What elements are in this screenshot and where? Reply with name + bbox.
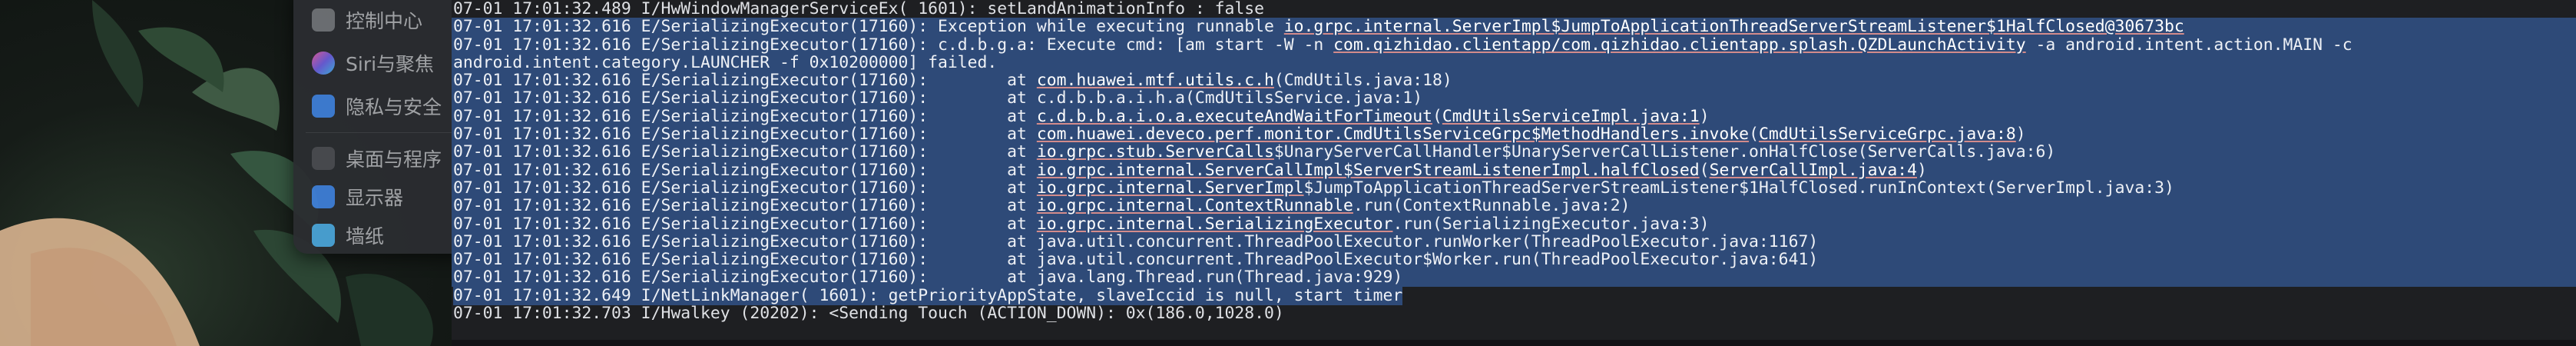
log-link[interactable]: io.grpc.internal.ServerCallImpl$ServerSt… [1037,161,1700,180]
log-line[interactable]: 07-01 17:01:32.616 E/SerializingExecutor… [452,250,2576,270]
settings-item-wallpaper[interactable]: 墙纸 [312,220,384,251]
log-text: 07-01 17:01:32.616 E/SerializingExecutor… [453,106,1037,126]
log-text: 07-01 17:01:32.703 I/Hwalkey (20202): <S… [453,304,1284,324]
settings-window: 控制中心 Siri与聚焦 隐私与安全 桌面与程序 显示器 墙纸 [293,0,453,254]
log-link[interactable]: io.grpc.stub.ServerCalls [1037,142,1274,161]
settings-item-label: 桌面与程序 [346,148,442,171]
log-line[interactable]: 07-01 17:01:32.616 E/SerializingExecutor… [452,17,2576,37]
log-line[interactable]: 07-01 17:01:32.616 E/SerializingExecutor… [452,143,2576,161]
log-text: $JumpToApplicationThreadServerStreamList… [1303,178,2174,198]
settings-item-privacy[interactable]: 隐私与安全 [312,91,442,121]
log-text: 07-01 17:01:32.489 I/HwWindowManagerServ… [453,0,1265,18]
log-text: 07-01 17:01:32.616 E/SerializingExecutor… [453,160,1037,180]
log-link[interactable]: com.huawei.mtf.utils.c.h [1037,71,1274,90]
log-text: 07-01 17:01:32.616 E/SerializingExecutor… [453,268,1403,288]
log-line[interactable]: 07-01 17:01:32.616 E/SerializingExecutor… [452,125,2576,145]
log-text: 07-01 17:01:32.616 E/SerializingExecutor… [453,142,1037,162]
settings-item-display[interactable]: 显示器 [312,181,403,212]
log-text: 07-01 17:01:32.649 I/NetLinkManager( 160… [453,285,1403,305]
log-text: 07-01 17:01:32.616 E/SerializingExecutor… [453,250,1819,270]
log-line[interactable]: 07-01 17:01:32.616 E/SerializingExecutor… [452,215,2576,233]
log-link[interactable]: io.grpc.internal.SerializingExecutor [1037,215,1393,234]
settings-item-label: 隐私与安全 [346,96,442,118]
log-link[interactable]: io.grpc.internal.ContextRunnable [1037,196,1353,215]
log-text: ( [1699,160,1710,180]
log-link[interactable]: ServerCallImpl.java:4 [1710,161,1917,180]
log-text: android.intent.category.LAUNCHER -f 0x10… [453,52,998,72]
log-text: ( [1749,125,1759,145]
log-link[interactable]: io.grpc.internal.ServerImpl$JumpToApplic… [1284,17,2184,36]
log-line[interactable]: android.intent.category.LAUNCHER -f 0x10… [452,54,2576,72]
log-line[interactable]: 07-01 17:01:32.616 E/SerializingExecutor… [452,268,2576,288]
log-text: 07-01 17:01:32.616 E/SerializingExecutor… [453,125,1037,145]
log-text: ) [1699,106,1710,126]
log-text: 07-01 17:01:32.616 E/SerializingExecutor… [453,214,1037,234]
log-link[interactable]: io.grpc.internal.ServerImpl [1037,178,1304,198]
control-center-icon [312,8,335,32]
wallpaper-icon [312,224,335,247]
log-link[interactable]: CmdUtilsServiceGrpc.java:8 [1759,125,2016,144]
log-text: .run(ContextRunnable.java:2) [1353,196,1631,216]
settings-item-label: 墙纸 [346,225,385,248]
log-line[interactable]: 07-01 17:01:32.703 I/Hwalkey (20202): <S… [452,304,2576,322]
settings-divider [306,132,452,133]
log-text: .run(SerializingExecutor.java:3) [1392,214,1710,234]
log-text: ) [2015,125,2026,145]
log-text: 07-01 17:01:32.616 E/SerializingExecutor… [453,196,1037,216]
log-text: ( [1432,106,1442,126]
log-text: 07-01 17:01:32.616 E/SerializingExecutor… [453,88,1423,108]
log-link[interactable]: c.d.b.b.a.i.o.a.executeAndWaitForTimeout [1037,107,1432,126]
log-line[interactable]: 07-01 17:01:32.616 E/SerializingExecutor… [452,233,2576,251]
siri-icon [312,52,335,75]
log-text: ) [1917,160,1927,180]
settings-item-desktop-dock[interactable]: 桌面与程序 [312,143,442,174]
log-line[interactable]: 07-01 17:01:32.616 E/SerializingExecutor… [452,178,2576,198]
settings-item-label: 显示器 [346,187,404,209]
log-line[interactable]: 07-01 17:01:32.616 E/SerializingExecutor… [452,197,2576,215]
privacy-hand-icon [312,95,335,118]
log-link[interactable]: CmdUtilsServiceImpl.java:1 [1442,107,1700,126]
settings-item-label: 控制中心 [346,10,423,32]
log-text: -a android.intent.action.MAIN -c [2025,35,2353,55]
desktop-background: 控制中心 Siri与聚焦 隐私与安全 桌面与程序 显示器 墙纸 [0,0,453,346]
settings-item-control-center[interactable]: 控制中心 [312,5,422,35]
log-link[interactable]: com.huawei.deveco.perf.monitor.CmdUtilsS… [1037,125,1749,144]
log-line[interactable]: 07-01 17:01:32.649 I/NetLinkManager( 160… [452,285,2576,305]
log-line[interactable]: 07-01 17:01:32.616 E/SerializingExecutor… [452,161,2576,179]
log-line[interactable]: 07-01 17:01:32.489 I/HwWindowManagerServ… [452,0,2576,18]
log-output[interactable]: 07-01 17:01:32.489 I/HwWindowManagerServ… [452,0,2576,322]
log-text: $UnaryServerCallHandler$UnaryServerCallL… [1273,142,2056,162]
log-line[interactable]: 07-01 17:01:32.616 E/SerializingExecutor… [452,88,2576,108]
log-line[interactable]: 07-01 17:01:32.616 E/SerializingExecutor… [452,35,2576,55]
log-text: 07-01 17:01:32.616 E/SerializingExecutor… [453,178,1037,198]
log-text: 07-01 17:01:32.616 E/SerializingExecutor… [453,71,1037,91]
terminal-log-view[interactable]: 07-01 17:01:32.489 I/HwWindowManagerServ… [452,0,2576,346]
terminal-bottom-edge [452,340,2576,346]
log-line[interactable]: 07-01 17:01:32.616 E/SerializingExecutor… [452,106,2576,126]
log-text: 07-01 17:01:32.616 E/SerializingExecutor… [453,231,1819,251]
log-text: (CmdUtils.java:18) [1273,71,1452,91]
log-line[interactable]: 07-01 17:01:32.616 E/SerializingExecutor… [452,71,2576,91]
log-link[interactable]: com.qizhidao.clientapp/com.qizhidao.clie… [1333,35,2025,55]
display-icon [312,185,335,208]
log-text: 07-01 17:01:32.616 E/SerializingExecutor… [453,35,1334,55]
settings-item-label: Siri与聚焦 [346,53,435,75]
log-text: 07-01 17:01:32.616 E/SerializingExecutor… [453,17,1284,37]
settings-item-siri[interactable]: Siri与聚焦 [312,48,434,78]
desktop-dock-icon [312,147,335,170]
